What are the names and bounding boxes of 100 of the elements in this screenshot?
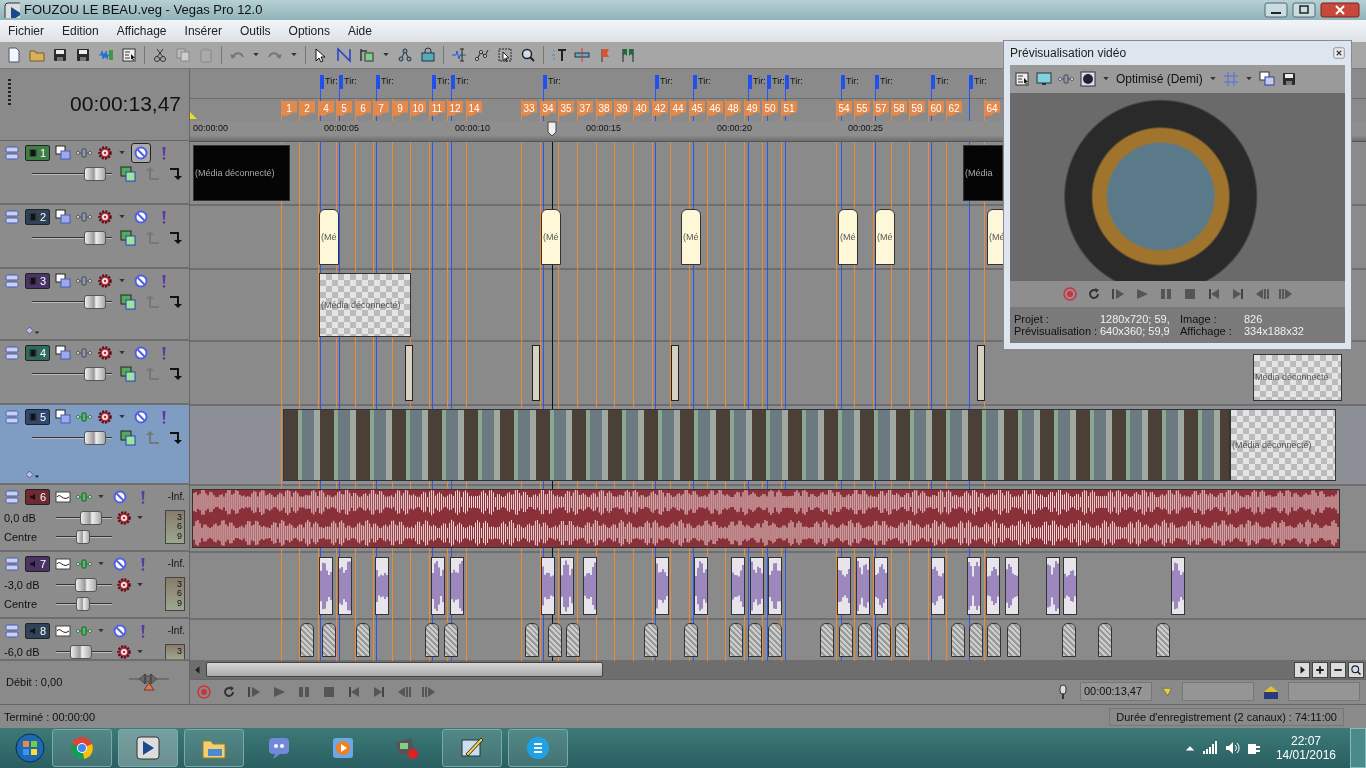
track-number-badge[interactable]: 8 [25,622,51,639]
compositing-icon[interactable] [120,229,136,246]
audio-clip[interactable] [444,622,458,657]
video-clip[interactable]: (Mé [875,208,895,265]
collapse-icon[interactable] [4,622,20,639]
audio-clip[interactable] [322,622,336,657]
video-clip[interactable]: (Média déconnecté) [319,272,411,337]
menu-item[interactable]: Options [288,23,330,38]
audio-clip[interactable] [525,622,539,657]
keyframe-icon[interactable] [26,469,40,479]
slider-thumb[interactable] [84,430,107,445]
track-number-badge[interactable]: 4 [25,344,51,361]
audio-clip[interactable] [338,556,352,615]
menu-item[interactable]: Insérer [184,23,222,38]
compositing-icon[interactable] [120,293,136,310]
save-icon[interactable] [52,46,68,63]
video-clip[interactable] [671,344,679,401]
insert-icon[interactable] [359,46,375,63]
child-arrow-icon[interactable] [168,429,184,446]
region-label[interactable]: Tir: [456,74,469,87]
slider-thumb[interactable] [84,294,107,309]
audio-clip[interactable] [560,556,574,615]
selection-icon[interactable] [497,46,513,63]
overlap-squares-icon[interactable] [55,272,72,289]
selection-start-field[interactable] [1182,682,1254,702]
chat-icon[interactable] [267,736,291,760]
video-clip[interactable] [405,344,413,401]
start-button[interactable] [14,732,46,764]
zoom-icon[interactable] [520,46,536,63]
loop-icon[interactable] [221,683,237,700]
audio-clip[interactable] [425,622,439,657]
audio-clip[interactable] [748,622,762,657]
menu-item[interactable]: Outils [239,23,271,38]
maximize-icon[interactable] [1292,1,1316,18]
audio-clip[interactable] [541,556,555,615]
region-label[interactable]: Tir: [381,74,394,87]
audio-clip[interactable] [987,622,1001,657]
region-label[interactable]: Tir: [698,74,711,87]
gear-icon[interactable] [97,208,114,225]
audio-clip[interactable] [986,556,1000,615]
overlap-squares-icon[interactable] [55,144,72,161]
audio-clip[interactable] [874,556,888,615]
overlap-squares-icon[interactable] [55,344,72,361]
region-label[interactable]: Tir: [660,74,673,87]
close-icon[interactable] [1320,1,1360,18]
app-icon[interactable] [395,736,419,760]
audio-clip[interactable] [375,556,389,615]
audio-clip[interactable] [1156,622,1170,657]
gear-icon[interactable] [97,272,114,289]
copy-icon[interactable] [1258,71,1275,87]
region-label[interactable]: Tir: [548,74,561,87]
audio-clip[interactable] [895,622,909,657]
audio-clip[interactable] [967,556,981,615]
audio-clip[interactable] [1171,556,1185,615]
track-number-badge[interactable]: 2 [25,208,51,225]
child-arrow-icon[interactable] [168,229,184,246]
cursor-icon[interactable] [451,46,467,63]
envelope-icon[interactable] [336,46,352,63]
audio-clip[interactable] [1007,622,1021,657]
collapse-icon[interactable] [4,488,20,505]
audio-clip[interactable] [750,556,764,615]
child-arrow-icon[interactable] [168,365,184,382]
video-clip[interactable]: (Mé [838,208,858,265]
slider-thumb[interactable] [76,596,90,611]
track-header[interactable]: 5 [0,404,189,485]
clock-date[interactable]: 14/01/2016 [1275,748,1336,762]
audio-clip[interactable] [768,556,782,615]
gear-icon[interactable] [97,144,114,161]
new-file-icon[interactable] [6,46,22,63]
track-number-badge[interactable]: 3 [25,272,51,289]
close-icon[interactable] [1333,47,1345,59]
audio-clip[interactable] [319,556,333,615]
waveform-icon[interactable] [55,555,72,572]
quality-dropdown[interactable]: Optimisé (Demi) [1116,72,1203,86]
audio-clip[interactable] [1005,556,1019,615]
track-number-badge[interactable]: 1 [25,144,51,161]
collapse-icon[interactable] [4,144,20,161]
audio-clip[interactable] [300,622,314,657]
overlap-squares-icon[interactable] [55,408,72,425]
audio-clip[interactable] [1046,556,1060,615]
cursor-time-field[interactable]: 00:00:13,47 [1080,682,1152,702]
gear-icon[interactable] [97,344,114,361]
audio-clip[interactable] [839,622,853,657]
collapse-icon[interactable] [4,408,20,425]
gear-icon[interactable] [116,509,132,526]
video-clip[interactable]: (Mé [681,208,701,265]
audio-clip[interactable] [450,556,464,615]
nodes-icon[interactable] [397,46,413,63]
menu-item[interactable]: Edition [62,23,99,38]
clock-time[interactable]: 22:07 [1290,734,1321,748]
save-icon[interactable] [1280,71,1297,87]
audio-clip[interactable] [694,556,708,615]
audio-clip[interactable] [566,622,580,657]
audio-clip[interactable] [644,622,658,657]
loop-start-icon[interactable] [190,111,197,119]
audio-clip[interactable] [583,556,597,615]
region-flags-icon[interactable] [620,46,636,63]
region-label[interactable]: Tir: [753,74,766,87]
video-clip[interactable]: (Média déconnecté) [193,144,290,201]
slider-thumb[interactable] [79,510,102,525]
